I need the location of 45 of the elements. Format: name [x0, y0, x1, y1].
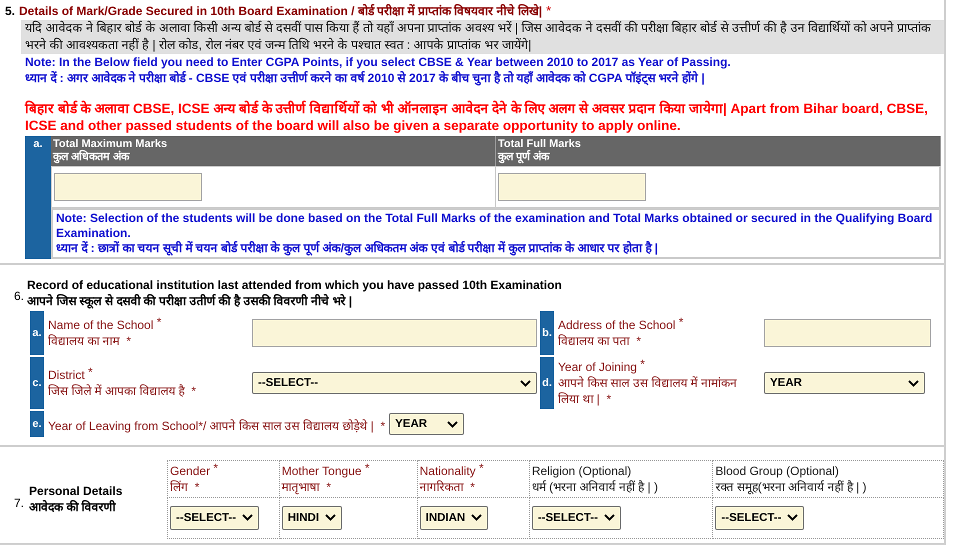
chevron-icon — [787, 514, 798, 521]
section-number: 5. — [5, 4, 16, 18]
item-letter: e. — [30, 411, 44, 437]
section-title: Details of Mark/Grade Secured in 10th Board Examination / बोर्ड परीक्षा में प्राप्तांक विषयवार नीचे लिखे| — [19, 3, 542, 19]
cgpa-note-hindi: ध्यान दें : अगर आवेदक ने परीक्षा बोर्ड - CBSE एवं परीक्षा उत्तीर्ण करने का वर्ष 2010 से 2017 के बीच चुना है तो यहाँ आवेदक को CGPA पॉइंट्स भरने होंगे | — [25, 70, 706, 86]
text-input[interactable] — [252, 319, 537, 347]
chevron-icon — [325, 514, 336, 521]
select-dropdown[interactable]: --SELECT-- — [170, 506, 260, 530]
cgpa-note: Note: In the Below field you need to Enter CGPA Points, if you select CBSE & Year between 2010 to 2017 as Year of Passing. — [25, 54, 732, 70]
marks-input[interactable] — [498, 173, 646, 201]
select-dropdown[interactable]: --SELECT-- — [532, 506, 621, 530]
field-label: Blood Group (Optional) रक्त समूह(भरना अनिवार्य नहीं है | ) — [715, 462, 868, 494]
select-dropdown[interactable]: YEAR — [764, 372, 925, 394]
notice-text: बिहार बोर्ड के अलावा CBSE, ICSE अन्य बोर्ड के उत्तीर्ण विद्यार्थियों को भी ऑनलाइन आवेदन देने के लिए अलग से अवसर प्रदान किया जायेगा| Apart from Bihar board, CBSE, ICSE and other passed students of the board will also be given a separate opportunity to apply online. — [25, 100, 929, 134]
section-title: Record of educational institution last attended from which you have passed 10th Examination — [27, 277, 562, 293]
section-title-hindi: आपने जिस स्कूल से दसवी की परीक्षा उतीर्ण की है उसकी विवरणी नीचे भरे | — [27, 293, 354, 309]
section-number: 6. — [14, 289, 24, 303]
select-dropdown[interactable]: HINDI — [282, 506, 342, 530]
section-title: Personal Details — [29, 483, 124, 499]
section-number: 7. — [14, 496, 24, 510]
chevron-icon — [471, 514, 482, 521]
marks-input[interactable] — [54, 173, 202, 201]
instruction-text: यदि आवेदक ने बिहार बोर्ड के अलावा किसी अन्य बोर्ड से दसवीं पास किया हैं तो यहाँ अपना प्राप्तांक अवश्य भरें | जिस आवेदक ने दसवीं की परीक्षा बिहार बोर्ड से उत्तीर्ण की है उन विद्यार्थियों को अपने प्राप्तांक भरने की आवश्यकता नहीं है | रोल कोड, रोल नंबर एवं जन्म तिथि भरने के पश्चात स्वत : आपके प्राप्तांक भर जायेंगे| — [21, 20, 944, 54]
select-dropdown[interactable]: YEAR — [389, 413, 464, 435]
column-header: Total Full Marks कुल पूर्ण अंक — [496, 136, 941, 166]
chevron-icon — [520, 380, 531, 386]
text-input[interactable] — [764, 319, 931, 347]
selection-note-hindi: ध्यान दें : छात्रों का चयन सूची में चयन बोर्ड परीक्षा के कुल पूर्ण अंक/कुल अधिकतम अंक एवं बोर्ड परीक्षा में कुल प्राप्तांक के आधार पर होता है | — [56, 241, 660, 256]
item-letter: a. — [30, 311, 44, 355]
select-dropdown[interactable]: --SELECT-- — [252, 372, 537, 394]
chevron-icon — [908, 380, 919, 386]
required-mark: * — [546, 3, 552, 18]
select-dropdown[interactable]: INDIAN — [420, 506, 488, 530]
item-letter: a. — [25, 136, 51, 259]
item-letter: c. — [30, 357, 44, 409]
section-title-hindi: आवेदक की विवरणी — [29, 499, 117, 515]
chevron-icon — [604, 514, 615, 521]
chevron-icon — [242, 514, 254, 521]
selection-note: Note: Selection of the students will be done based on the Total Full Marks of the examination and Total Marks obtained or secured in the Qualifying Board Examination. — [56, 211, 934, 241]
item-letter: d. — [540, 357, 554, 409]
chevron-icon — [447, 420, 458, 428]
field-label: Religion (Optional) धर्म (भरना अनिवार्य नहीं है | ) — [532, 462, 659, 494]
select-dropdown[interactable]: --SELECT-- — [715, 506, 804, 530]
item-letter: b. — [540, 311, 554, 355]
column-header: Total Maximum Marks कुल अधिकतम अंक — [51, 136, 496, 166]
